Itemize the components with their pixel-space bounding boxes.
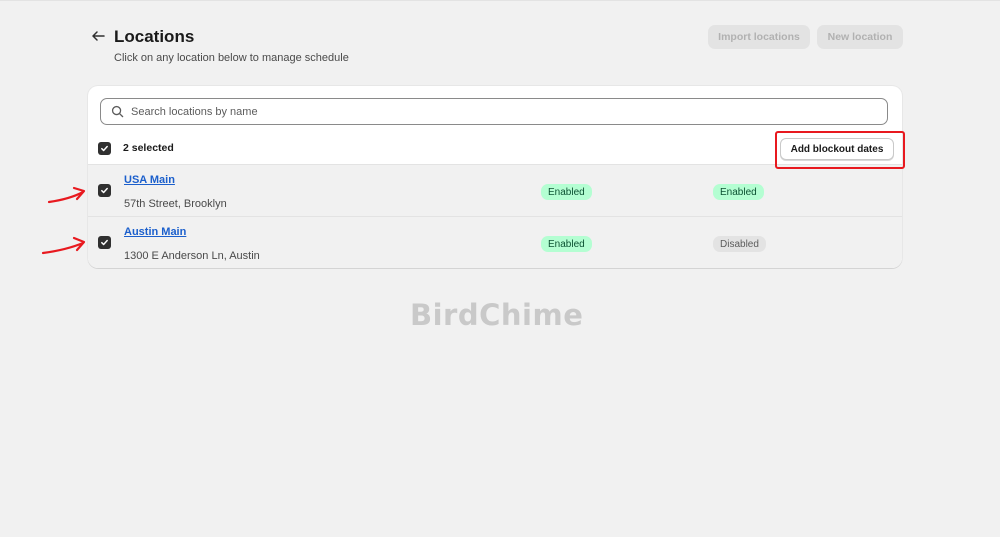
selected-count: 2 selected <box>123 142 174 154</box>
location-address: 1300 E Anderson Ln, Austin <box>124 250 260 262</box>
search-icon <box>111 105 125 119</box>
location-row[interactable]: Austin Main 1300 E Anderson Ln, Austin E… <box>88 216 902 268</box>
page-subtitle: Click on any location below to manage sc… <box>114 52 349 64</box>
annotation-arrow-icon <box>47 186 86 204</box>
annotation-arrow-icon <box>41 236 86 255</box>
import-locations-button[interactable]: Import locations <box>708 25 810 49</box>
location-address: 57th Street, Brooklyn <box>124 198 227 210</box>
back-arrow-icon[interactable] <box>90 28 106 44</box>
checkmark-icon <box>101 145 108 152</box>
birdchime-watermark-logo: BirdChime <box>410 298 584 332</box>
top-divider <box>0 0 1000 1</box>
new-location-button[interactable]: New location <box>817 25 903 49</box>
locations-card: Search locations by name 2 selected Add … <box>88 86 902 268</box>
status-badge: Disabled <box>713 236 766 252</box>
location-name-link[interactable]: USA Main <box>124 174 175 186</box>
location-name-link[interactable]: Austin Main <box>124 226 186 238</box>
search-input[interactable]: Search locations by name <box>100 98 888 125</box>
location-row[interactable]: USA Main 57th Street, Brooklyn Enabled E… <box>88 164 902 216</box>
annotation-highlight-box <box>775 131 905 169</box>
status-badge: Enabled <box>541 184 592 200</box>
status-badge: Enabled <box>541 236 592 252</box>
page-title: Locations <box>114 27 195 46</box>
search-placeholder: Search locations by name <box>131 105 258 118</box>
select-all-checkbox[interactable] <box>98 142 111 155</box>
status-badge: Enabled <box>713 184 764 200</box>
